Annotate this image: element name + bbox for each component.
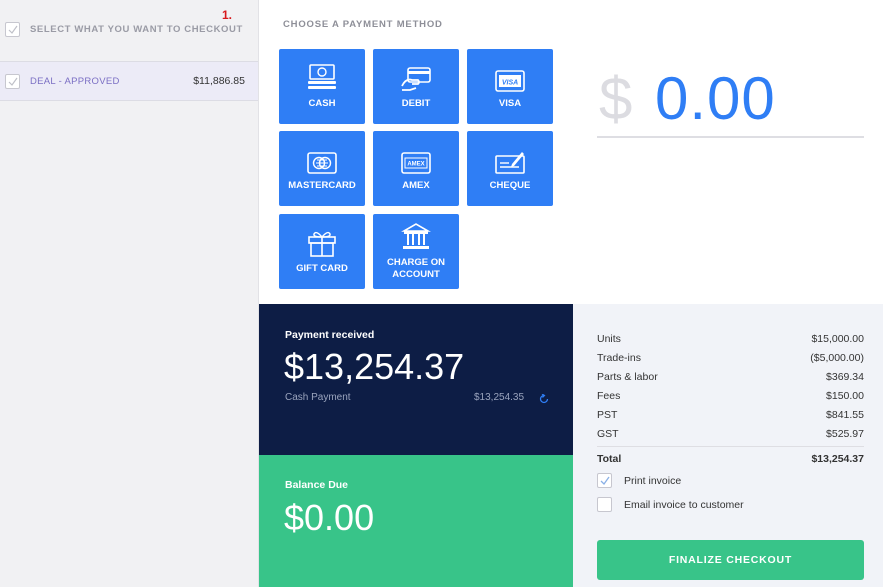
gift-card-button[interactable]: GIFT CARD — [279, 214, 365, 289]
summary-row-pst: PST $841.55 — [597, 409, 864, 421]
select-all-row[interactable]: SELECT WHAT YOU WANT TO CHECKOUT — [5, 22, 243, 37]
balance-due-panel: Balance Due $0.00 — [259, 455, 573, 587]
summary-value: $525.97 — [826, 428, 864, 440]
payment-received-panel: Payment received $13,254.37 Cash Payment… — [259, 304, 573, 455]
undo-icon[interactable] — [539, 391, 549, 409]
payment-line-label: Cash Payment — [285, 392, 351, 403]
debit-card-icon — [400, 64, 432, 92]
summary-row-parts-labor: Parts & labor $369.34 — [597, 371, 864, 383]
summary-row-fees: Fees $150.00 — [597, 390, 864, 402]
email-invoice-checkbox[interactable] — [597, 497, 612, 512]
email-invoice-option[interactable]: Email invoice to customer — [597, 497, 744, 512]
charge-on-account-label: CHARGE ON ACCOUNT — [386, 256, 446, 280]
cash-icon — [307, 63, 337, 92]
gift-icon — [307, 229, 337, 257]
visa-button[interactable]: VISA VISA — [467, 49, 553, 124]
total-divider — [597, 446, 864, 447]
summary-row-gst: GST $525.97 — [597, 428, 864, 440]
checkout-items-panel: SELECT WHAT YOU WANT TO CHECKOUT DEAL - … — [0, 0, 259, 587]
check-icon — [600, 476, 610, 486]
select-all-label: SELECT WHAT YOU WANT TO CHECKOUT — [30, 24, 243, 35]
total-value: $13,254.37 — [811, 453, 864, 465]
cheque-button[interactable]: CHEQUE — [467, 131, 553, 206]
debit-label: DEBIT — [401, 97, 431, 109]
mastercard-icon — [307, 146, 337, 174]
summary-label: Fees — [597, 390, 621, 402]
summary-value: ($5,000.00) — [810, 352, 864, 364]
summary-value: $369.34 — [826, 371, 864, 383]
mastercard-button[interactable]: MASTERCARD — [279, 131, 365, 206]
svg-text:VISA: VISA — [502, 79, 518, 86]
debit-button[interactable]: DEBIT — [373, 49, 459, 124]
deal-label: DEAL - APPROVED — [30, 75, 120, 87]
summary-row-total: Total $13,254.37 — [597, 453, 864, 465]
mastercard-label: MASTERCARD — [288, 179, 356, 191]
deal-row[interactable]: DEAL - APPROVED $11,886.85 — [0, 61, 258, 101]
print-invoice-checkbox[interactable] — [597, 473, 612, 488]
select-all-checkbox[interactable] — [5, 22, 20, 37]
email-invoice-label: Email invoice to customer — [624, 498, 744, 511]
summary-label: Trade-ins — [597, 352, 641, 364]
payment-received-amount: $13,254.37 — [284, 346, 465, 387]
gift-card-label: GIFT CARD — [296, 262, 348, 274]
print-invoice-option[interactable]: Print invoice — [597, 473, 681, 488]
summary-value: $150.00 — [826, 390, 864, 402]
payment-amount-value: 0.00 — [655, 65, 776, 132]
step-marker-1: 1. — [222, 8, 233, 22]
summary-value: $15,000.00 — [811, 333, 864, 345]
cash-button[interactable]: CASH — [279, 49, 365, 124]
summary-label: PST — [597, 409, 618, 421]
balance-due-title: Balance Due — [285, 479, 349, 491]
finalize-checkout-button[interactable]: FINALIZE CHECKOUT — [597, 540, 864, 580]
payment-received-title: Payment received — [285, 329, 375, 341]
check-icon — [8, 25, 18, 34]
charge-on-account-button[interactable]: CHARGE ON ACCOUNT — [373, 214, 459, 289]
summary-row-trade-ins: Trade-ins ($5,000.00) — [597, 352, 864, 364]
summary-label: Parts & labor — [597, 371, 658, 383]
payment-amount-input[interactable]: $ 0.00 — [597, 60, 864, 138]
payment-method-panel: CHOOSE A PAYMENT METHOD CASH DEBIT VISA … — [259, 0, 883, 304]
cash-label: CASH — [308, 97, 336, 109]
amex-icon: AMEX — [401, 146, 431, 174]
balance-due-amount: $0.00 — [284, 497, 375, 538]
cheque-label: CHEQUE — [489, 179, 531, 191]
building-icon — [401, 222, 431, 251]
summary-label: GST — [597, 428, 619, 440]
cheque-icon — [495, 146, 525, 174]
summary-row-units: Units $15,000.00 — [597, 333, 864, 345]
summary-value: $841.55 — [826, 409, 864, 421]
summary-label: Units — [597, 333, 621, 345]
deal-checkbox[interactable] — [5, 73, 20, 89]
svg-text:AMEX: AMEX — [407, 161, 424, 167]
visa-icon: VISA — [495, 64, 525, 92]
amex-button[interactable]: AMEX AMEX — [373, 131, 459, 206]
visa-label: VISA — [498, 97, 522, 109]
check-icon — [8, 77, 18, 86]
amex-label: AMEX — [402, 179, 430, 191]
currency-symbol: $ — [599, 65, 633, 132]
print-invoice-label: Print invoice — [624, 474, 682, 487]
payment-method-title: CHOOSE A PAYMENT METHOD — [283, 19, 443, 30]
order-summary: Units $15,000.00 Trade-ins ($5,000.00) P… — [573, 304, 883, 587]
payment-line-value: $13,254.35 — [474, 392, 525, 403]
total-label: Total — [597, 453, 622, 465]
deal-amount: $11,886.85 — [193, 75, 245, 87]
